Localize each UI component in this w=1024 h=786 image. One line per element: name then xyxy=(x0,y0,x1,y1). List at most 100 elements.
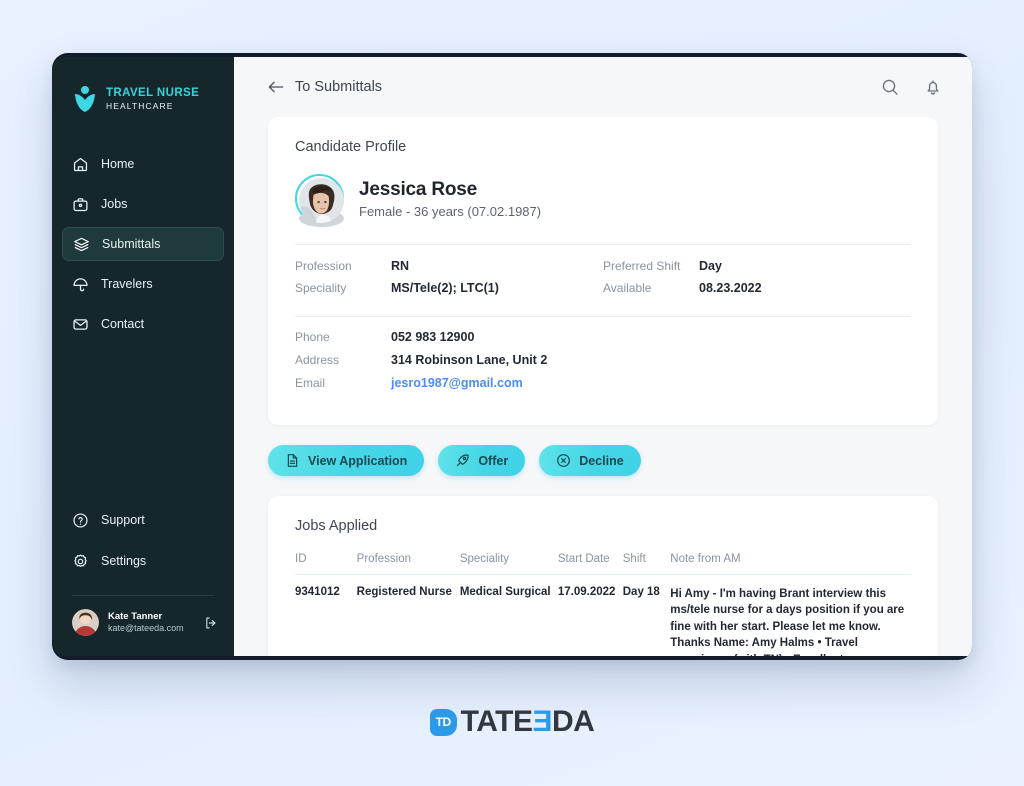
logout-icon[interactable] xyxy=(204,616,218,630)
sidebar-item-travelers[interactable]: Travelers xyxy=(62,267,224,301)
column-header-start-date[interactable]: Start Date xyxy=(557,553,623,575)
document-icon xyxy=(285,453,300,468)
button-label: Decline xyxy=(579,453,624,468)
candidate-profile-card: Candidate Profile Jessica Rose Female - … xyxy=(268,117,938,425)
brand-logo: TRAVEL NURSE HEALTHCARE xyxy=(52,57,234,119)
sidebar-bottom-nav: Support Settings xyxy=(52,503,234,585)
profile-fields-left: Profession RN Speciality MS/Tele(2); LTC… xyxy=(295,259,603,303)
cell-note: Hi Amy - I'm having Brant interview this… xyxy=(670,588,905,656)
bell-icon[interactable] xyxy=(924,78,942,96)
cell-profession: Registered Nurse xyxy=(356,586,452,598)
field-preferred-shift: Preferred Shift Day xyxy=(603,259,911,281)
candidate-header: Jessica Rose Female - 36 years (07.02.19… xyxy=(295,174,911,227)
column-header-shift[interactable]: Shift xyxy=(622,553,671,575)
offer-button[interactable]: Offer xyxy=(438,445,526,476)
field-speciality: Speciality MS/Tele(2); LTC(1) xyxy=(295,281,603,303)
column-header-id[interactable]: ID xyxy=(295,553,357,575)
brand-subtitle: HEALTHCARE xyxy=(106,100,174,111)
jobs-applied-table: ID Profession Speciality Start Date Shif… xyxy=(295,553,911,656)
cell-speciality: Medical Surgical xyxy=(459,586,551,598)
x-circle-icon xyxy=(556,453,571,468)
candidate-demographics: Female - 36 years (07.02.1987) xyxy=(359,203,542,219)
sidebar-item-contact[interactable]: Contact xyxy=(62,307,224,341)
sidebar-nav: Home Jobs Submittals Travelers Contact xyxy=(52,147,234,347)
sidebar-user[interactable]: Kate Tanner kate@tateeda.com xyxy=(52,596,234,656)
column-header-profession[interactable]: Profession xyxy=(356,553,460,575)
main-content: To Submittals Candidate Profile Jessica … xyxy=(234,57,972,656)
tateeda-word-part1: TATE xyxy=(460,705,533,738)
back-link-label: To Submittals xyxy=(295,79,383,95)
briefcase-icon xyxy=(72,196,89,213)
tateeda-word-reversed-e: E xyxy=(532,705,553,738)
mail-icon xyxy=(72,316,89,333)
field-phone: Phone 052 983 12900 xyxy=(295,330,911,353)
sidebar-item-label: Support xyxy=(101,513,145,527)
app-window-inner: TRAVEL NURSE HEALTHCARE Home Jobs Submit… xyxy=(52,57,972,656)
field-profession: Profession RN xyxy=(295,259,603,281)
email-link[interactable]: jesro1987@gmail.com xyxy=(391,376,523,390)
candidate-identity: Jessica Rose Female - 36 years (07.02.19… xyxy=(359,179,541,219)
tateeda-badge-icon: TD xyxy=(429,708,457,736)
jobs-applied-title: Jobs Applied xyxy=(295,518,378,534)
column-header-note[interactable]: Note from AM xyxy=(670,553,911,575)
profile-fields-right: Preferred Shift Day Available 08.23.2022 xyxy=(603,259,911,303)
topbar-icons xyxy=(881,78,942,96)
field-value: 08.23.2022 xyxy=(699,281,762,295)
button-label: View Application xyxy=(308,453,408,468)
action-buttons: View Application Offer Decline xyxy=(268,445,938,476)
brand-title: TRAVEL NURSE xyxy=(106,87,200,99)
decline-button[interactable]: Decline xyxy=(539,445,641,476)
back-to-submittals-link[interactable]: To Submittals xyxy=(268,79,382,95)
sidebar-item-label: Contact xyxy=(101,317,145,331)
field-value: MS/Tele(2); LTC(1) xyxy=(391,281,499,295)
content-area: Candidate Profile Jessica Rose Female - … xyxy=(234,117,972,656)
field-value: Day xyxy=(699,259,722,273)
app-window: TRAVEL NURSE HEALTHCARE Home Jobs Submit… xyxy=(52,53,972,660)
field-address: Address 314 Robinson Lane, Unit 2 xyxy=(295,353,911,376)
sidebar-user-name: Kate Tanner xyxy=(108,610,163,622)
tateeda-logo: TD TATE E DA xyxy=(0,705,1024,739)
sidebar-item-support[interactable]: Support xyxy=(62,503,224,537)
field-value: 314 Robinson Lane, Unit 2 xyxy=(391,353,548,367)
field-label: Profession xyxy=(295,259,352,273)
field-label: Available xyxy=(603,281,652,295)
gear-icon xyxy=(72,553,89,570)
sidebar-user-meta: Kate Tanner kate@tateeda.com xyxy=(108,611,195,634)
cell-id: 9341012 xyxy=(295,586,340,598)
sidebar-item-home[interactable]: Home xyxy=(62,147,224,181)
page-background: TRAVEL NURSE HEALTHCARE Home Jobs Submit… xyxy=(0,0,1024,786)
sidebar-item-jobs[interactable]: Jobs xyxy=(62,187,224,221)
search-icon[interactable] xyxy=(881,78,899,96)
sidebar-item-settings[interactable]: Settings xyxy=(62,544,224,578)
avatar xyxy=(72,609,99,636)
field-label: Speciality xyxy=(295,281,347,295)
field-label: Address xyxy=(295,353,340,367)
sidebar-item-submittals[interactable]: Submittals xyxy=(62,227,224,261)
column-header-speciality[interactable]: Speciality xyxy=(459,553,558,575)
sidebar-item-label: Submittals xyxy=(102,237,161,251)
sidebar-item-label: Travelers xyxy=(101,277,153,291)
table-header-row: ID Profession Speciality Start Date Shif… xyxy=(295,553,911,575)
candidate-name: Jessica Rose xyxy=(359,178,478,200)
brand-text: TRAVEL NURSE HEALTHCARE xyxy=(106,87,200,111)
sidebar-item-label: Jobs xyxy=(101,197,128,211)
tateeda-wordmark: TATE E DA xyxy=(461,705,595,739)
button-label: Offer xyxy=(478,453,509,468)
candidate-avatar xyxy=(295,174,344,227)
travel-nurse-logo-icon xyxy=(72,85,98,113)
sidebar: TRAVEL NURSE HEALTHCARE Home Jobs Submit… xyxy=(52,57,234,656)
field-email: Email jesro1987@gmail.com xyxy=(295,376,911,399)
sidebar-item-label: Home xyxy=(101,157,135,171)
layers-icon xyxy=(73,236,90,253)
cell-shift: Day 18 xyxy=(622,586,660,598)
field-label: Preferred Shift xyxy=(603,259,681,273)
field-label: Phone xyxy=(295,330,330,344)
sidebar-item-label: Settings xyxy=(101,554,147,568)
cell-start-date: 17.09.2022 xyxy=(557,586,616,598)
umbrella-icon xyxy=(72,276,89,293)
tateeda-word-part3: DA xyxy=(552,705,595,738)
home-icon xyxy=(72,156,89,173)
view-application-button[interactable]: View Application xyxy=(268,445,425,476)
field-value: RN xyxy=(391,259,410,273)
table-row[interactable]: 9341012 Registered Nurse Medical Surgica… xyxy=(295,575,911,656)
